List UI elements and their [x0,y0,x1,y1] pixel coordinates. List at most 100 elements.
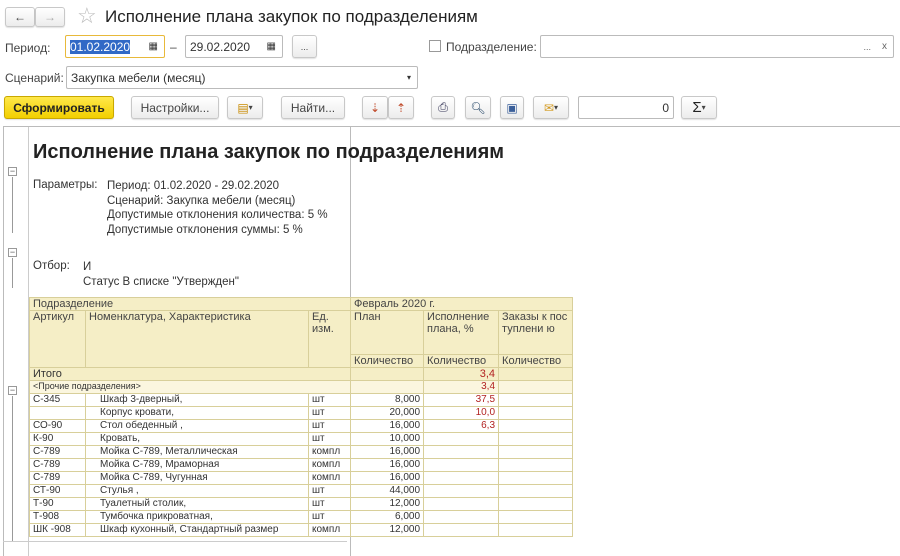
sum-value: 0 [662,100,669,115]
cell-execution [423,497,500,511]
cell-item: Кровать, [85,432,309,446]
collapse-groups-button[interactable]: ⇡ [388,96,414,119]
find-button[interactable]: Найти... [281,96,345,119]
header-article: Артикул [29,310,86,368]
table-row[interactable]: С-789 Мойка С-789, Мраморная компл 16,000 [29,458,574,472]
cell-orders [498,419,574,433]
cell-orders [498,406,574,420]
cell-plan: 12,000 [350,497,425,511]
cell-execution [423,458,500,472]
calendar-icon[interactable]: ▦ [149,41,158,52]
total-execution: 3,4 [423,367,500,381]
email-button[interactable]: ✉ ▾ [533,96,569,119]
preview-button[interactable]: 🔍︎ [465,96,491,119]
settings-label: Настройки... [140,100,210,115]
cell-item: Мойка С-789, Чугунная [85,471,309,485]
cell-orders [498,523,574,537]
header-division: Подразделение [28,297,352,311]
cell-execution: 10,0 [423,406,500,420]
printer-icon: ⎙ [438,100,448,114]
collapse-filter-icon[interactable]: − [8,248,17,257]
generate-button[interactable]: Сформировать [4,96,114,119]
table-row[interactable]: ШК -908 Шкаф кухонный, Стандартный размер… [29,523,574,537]
cell-article: Т-90 [29,497,86,511]
table-row[interactable]: С-789 Мойка С-789, Чугунная компл 16,000 [29,471,574,485]
save-button[interactable]: ▣ [500,96,524,119]
sum-field: 0 [578,96,674,119]
collapse-group-icon[interactable]: − [8,386,17,395]
date-from-input[interactable]: 01.02.2020 ▦ [65,35,165,58]
header-orders: Заказы к поступлени ю [498,310,574,355]
forward-button[interactable]: → [35,7,65,27]
cell-article: С-345 [29,393,86,407]
cell-execution [423,484,500,498]
cell-article: СТ-90 [29,484,86,498]
generate-label: Сформировать [13,100,105,115]
sigma-icon: Σ [692,99,702,116]
cell-unit: шт [307,497,352,511]
cell-plan: 44,000 [350,484,425,498]
table-row[interactable]: С-789 Мойка С-789, Металлическая компл 16,0… [29,445,574,459]
cell-execution [423,510,500,524]
favorite-star-icon[interactable]: ☆ [77,3,97,29]
header-unit: Ед. изм. [307,310,352,368]
filter-list: И Статус В списке "Утвержден" [83,260,239,290]
find-label: Найти... [290,100,336,115]
division-label: Подразделение: [446,40,537,54]
table-row[interactable]: Т-90 Туалетный столик, шт 12,000 [29,497,574,511]
dropdown-arrow-icon[interactable]: ▾ [407,73,411,82]
envelope-icon: ✉ [543,100,555,115]
group-execution: 3,4 [423,380,500,394]
date-to-input[interactable]: 29.02.2020 ▦ [185,35,283,58]
expand-icon: ⇣ [369,100,381,115]
table-row[interactable]: СО-90 Стол обеденный , шт 16,000 6,3 [29,419,574,433]
cell-execution: 6,3 [423,419,500,433]
back-button[interactable]: ← [5,7,35,27]
division-input[interactable]: ... x [540,35,894,58]
collapse-params-icon[interactable]: − [8,167,17,176]
cell-plan: 16,000 [350,445,425,459]
scenario-value: Закупка мебели (месяц) [71,70,206,85]
header-execution: Исполнение плана, % [423,310,500,355]
cell-orders [498,497,574,511]
period-select-button[interactable]: ... [292,35,317,58]
clear-icon[interactable]: x [882,41,887,52]
cell-article [29,406,86,420]
cell-unit: компл [307,471,352,485]
param-line: Период: 01.02.2020 - 29.02.2020 [107,180,280,192]
variant-menu-button[interactable]: ▤ ▾ [227,96,263,119]
table-row[interactable]: СТ-90 Стулья , шт 44,000 [29,484,574,498]
date-to-value: 29.02.2020 [190,39,251,54]
table-row[interactable]: К-90 Кровать, шт 10,000 [29,432,574,446]
division-checkbox[interactable] [429,40,441,52]
sum-mode-button[interactable]: Σ ▾ [681,96,717,119]
print-button[interactable]: ⎙ [431,96,455,119]
cell-execution [423,445,500,459]
header-qty-plan: Количество [350,353,425,369]
cell-item: Шкаф 3-дверный, [85,393,309,407]
settings-button[interactable]: Настройки... [131,96,219,119]
cell-unit: шт [307,510,352,524]
cell-plan: 16,000 [350,471,425,485]
cell-unit: компл [307,445,352,459]
cell-unit: шт [307,406,352,420]
expand-groups-button[interactable]: ⇣ [362,96,388,119]
cell-item: Стулья , [85,484,309,498]
save-icon: ▣ [506,100,518,115]
division-select-button[interactable]: ... [863,42,871,52]
cell-plan: 6,000 [350,510,425,524]
cell-item: Мойка С-789, Мраморная [85,458,309,472]
date-from-value: 01.02.2020 [70,39,131,54]
cell-article: С-789 [29,445,86,459]
table-row[interactable]: С-345 Шкаф 3-дверный, шт 8,000 37,5 [29,393,574,407]
cell-item: Корпус кровати, [85,406,309,420]
scenario-select[interactable]: Закупка мебели (месяц) ▾ [66,66,418,89]
cell-orders [498,458,574,472]
table-row[interactable]: Т-908 Тумбочка прикроватная, шт 6,000 [29,510,574,524]
table-row[interactable]: Корпус кровати, шт 20,000 10,0 [29,406,574,420]
params-list: Период: 01.02.2020 - 29.02.2020 Сценарий… [107,179,328,238]
ellipsis-icon: ... [300,41,309,52]
cell-article: К-90 [29,432,86,446]
cell-orders [498,471,574,485]
calendar-icon[interactable]: ▦ [267,41,276,52]
